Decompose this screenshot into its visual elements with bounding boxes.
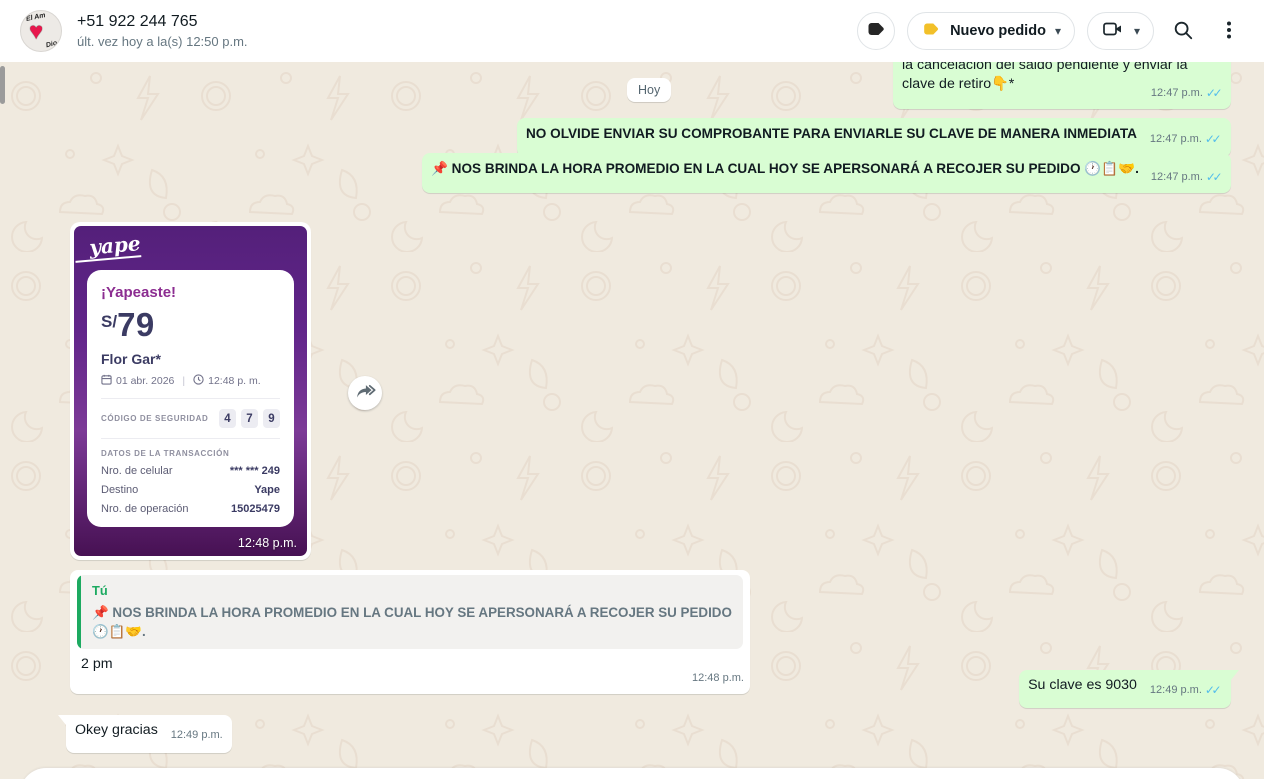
compose-bar[interactable] (20, 768, 1244, 779)
receipt-date: 01 abr. 2026 (116, 375, 174, 387)
security-digit: 9 (263, 409, 280, 428)
message-bubble-incoming[interactable]: Tú 📌 NOS BRINDA LA HORA PROMEDIO EN LA C… (70, 570, 750, 694)
message-meta: 12:47 p.m. ✓✓ (1151, 84, 1223, 103)
transaction-row-label: Nro. de celular (101, 465, 173, 477)
contact-avatar[interactable]: El Am ♥ Dio (20, 10, 62, 52)
new-order-tag-icon (921, 19, 941, 44)
message-text: Okey gracias (75, 722, 158, 738)
separator: | (182, 375, 185, 387)
receipt-card: ¡Yapeaste! S/79 Flor Gar* 01 abr. 2026 | (87, 270, 294, 527)
scrollbar-thumb[interactable] (0, 66, 5, 104)
image-timestamp: 12:48 p.m. (238, 536, 297, 550)
date-chip: Hoy (627, 78, 671, 102)
yape-receipt-image: yape ¡Yapeaste! S/79 Flor Gar* 01 abr. 2… (74, 226, 307, 556)
contact-last-seen: últ. vez hoy a la(s) 12:50 p.m. (77, 34, 248, 49)
message-text: 2 pm (77, 656, 113, 672)
message-row: Okey gracias 12:49 p.m. (66, 715, 232, 753)
transaction-row: Destino Yape (101, 484, 280, 496)
message-bubble-outgoing[interactable]: la cancelación del saldo pendiente y env… (893, 62, 1231, 109)
security-digit: 7 (241, 409, 258, 428)
transaction-row-value: Yape (254, 484, 280, 496)
message-text: la cancelación del saldo pendiente y env… (902, 62, 1188, 92)
new-order-button[interactable]: Nuevo pedido ▾ (907, 12, 1075, 50)
quote-author: Tú (92, 581, 732, 600)
contact-info[interactable]: +51 922 244 765 últ. vez hoy a la(s) 12:… (77, 13, 248, 49)
message-text: 📌 NOS BRINDA LA HORA PROMEDIO EN LA CUAL… (431, 161, 1139, 176)
amount-value: 79 (117, 306, 155, 343)
yape-logo: yape (74, 226, 142, 263)
receipt-datetime: 01 abr. 2026 | 12:48 p. m. (101, 374, 280, 388)
security-code-label: CÓDIGO DE SEGURIDAD (101, 414, 208, 423)
transaction-row-label: Destino (101, 484, 138, 496)
yape-receipt-image-message[interactable]: yape ¡Yapeaste! S/79 Flor Gar* 01 abr. 2… (70, 222, 311, 560)
message-bubble-outgoing[interactable]: NO OLVIDE ENVIAR SU COMPROBANTE PARA ENV… (517, 118, 1231, 157)
contact-name: +51 922 244 765 (77, 13, 248, 31)
video-camera-icon (1101, 19, 1125, 44)
message-bubble-outgoing[interactable]: 📌 NOS BRINDA LA HORA PROMEDIO EN LA CUAL… (422, 153, 1231, 193)
message-row: NO OLVIDE ENVIAR SU COMPROBANTE PARA ENV… (517, 118, 1231, 157)
chevron-down-icon: ▾ (1134, 25, 1140, 37)
message-row: Tú 📌 NOS BRINDA LA HORA PROMEDIO EN LA C… (70, 570, 750, 694)
tag-icon (865, 18, 887, 45)
message-time: 12:47 p.m. (1151, 168, 1203, 187)
header-actions: Nuevo pedido ▾ ▾ (857, 12, 1246, 50)
message-meta: 12:47 p.m. ✓✓ (1150, 130, 1222, 149)
quote-text: 📌 NOS BRINDA LA HORA PROMEDIO EN LA CUAL… (92, 603, 732, 641)
message-row: la cancelación del saldo pendiente y env… (893, 62, 1231, 109)
currency-symbol: S/ (101, 312, 117, 331)
message-meta: 12:49 p.m. (171, 726, 223, 745)
heart-icon: ♥ (29, 18, 43, 46)
transaction-row-value: 15025479 (231, 503, 280, 515)
message-text: Su clave es 9030 (1028, 677, 1137, 693)
transaction-row: Nro. de celular *** *** 249 (101, 465, 280, 477)
security-digit: 4 (219, 409, 236, 428)
message-row: 📌 NOS BRINDA LA HORA PROMEDIO EN LA CUAL… (422, 153, 1231, 193)
transaction-data-label: DATOS DE LA TRANSACCIÓN (101, 449, 280, 458)
read-receipt-icon: ✓✓ (1206, 84, 1223, 103)
transaction-row: Nro. de operación 15025479 (101, 503, 280, 515)
transaction-row-value: *** *** 249 (230, 465, 280, 477)
read-receipt-icon: ✓✓ (1205, 130, 1222, 149)
video-call-button[interactable]: ▾ (1087, 12, 1154, 50)
message-row: yape ¡Yapeaste! S/79 Flor Gar* 01 abr. 2… (70, 222, 311, 560)
kebab-menu-icon (1219, 19, 1239, 44)
message-bubble-incoming[interactable]: Okey gracias 12:49 p.m. (66, 715, 232, 753)
security-code-digits: 4 7 9 (219, 409, 280, 428)
chat-header: El Am ♥ Dio +51 922 244 765 últ. vez hoy… (0, 0, 1264, 62)
forward-button[interactable] (348, 376, 382, 410)
new-order-label: Nuevo pedido (950, 23, 1046, 39)
receipt-title: ¡Yapeaste! (101, 284, 280, 301)
calendar-icon (101, 374, 112, 388)
security-code-row: CÓDIGO DE SEGURIDAD 4 7 9 (101, 409, 280, 428)
recipient-name: Flor Gar* (101, 351, 280, 367)
clock-icon (193, 374, 204, 388)
receipt-amount: S/79 (101, 306, 280, 344)
message-bubble-outgoing[interactable]: Su clave es 9030 12:49 p.m. ✓✓ (1019, 670, 1231, 708)
message-row: Su clave es 9030 12:49 p.m. ✓✓ (1019, 670, 1231, 708)
transaction-row-label: Nro. de operación (101, 503, 188, 515)
receipt-time: 12:48 p. m. (208, 375, 261, 387)
forward-icon (354, 382, 376, 405)
message-time: 12:47 p.m. (1151, 84, 1203, 103)
read-receipt-icon: ✓✓ (1205, 681, 1222, 700)
avatar-text-bottom: Dio (45, 40, 58, 50)
read-receipt-icon: ✓✓ (1206, 168, 1223, 187)
message-time: 12:47 p.m. (1150, 130, 1202, 149)
quote-block[interactable]: Tú 📌 NOS BRINDA LA HORA PROMEDIO EN LA C… (77, 575, 743, 649)
quote-body: Tú 📌 NOS BRINDA LA HORA PROMEDIO EN LA C… (81, 575, 743, 649)
message-time: 12:48 p.m. (692, 669, 744, 688)
message-meta: 12:49 p.m. ✓✓ (1150, 681, 1222, 700)
search-button[interactable] (1166, 12, 1200, 50)
search-icon (1172, 19, 1194, 44)
message-text: NO OLVIDE ENVIAR SU COMPROBANTE PARA ENV… (526, 126, 1137, 141)
message-meta: 12:47 p.m. ✓✓ (1151, 168, 1223, 187)
chevron-down-icon: ▾ (1055, 25, 1061, 37)
message-meta: 12:48 p.m. (692, 669, 744, 688)
chat-area: Hoy la cancelación del saldo pendiente y… (0, 62, 1264, 779)
menu-button[interactable] (1212, 12, 1246, 50)
message-time: 12:49 p.m. (171, 726, 223, 745)
message-time: 12:49 p.m. (1150, 681, 1202, 700)
label-filter-button[interactable] (857, 12, 895, 50)
